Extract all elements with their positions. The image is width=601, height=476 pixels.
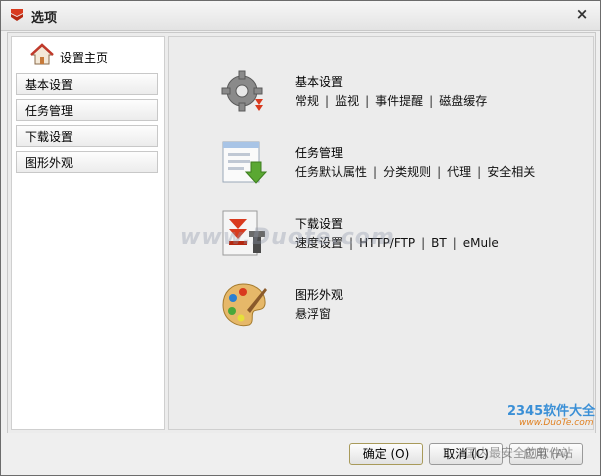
category-task: 任务管理 任务默认属性 | 分类规则 | 代理 | 安全相关 bbox=[219, 138, 579, 194]
close-button[interactable]: × bbox=[574, 6, 590, 22]
category-download: 下载设置 速度设置 | HTTP/FTP | BT | eMule bbox=[219, 209, 579, 265]
sidebar-home[interactable]: 设置主页 bbox=[16, 41, 160, 69]
link-disk-cache[interactable]: 磁盘缓存 bbox=[439, 94, 487, 108]
link-security[interactable]: 安全相关 bbox=[487, 165, 535, 179]
task-list-icon[interactable] bbox=[219, 138, 269, 188]
category-task-links: 任务默认属性 | 分类规则 | 代理 | 安全相关 bbox=[295, 163, 535, 180]
sidebar-item-appearance[interactable]: 图形外观 bbox=[16, 151, 158, 173]
app-logo-icon bbox=[11, 9, 23, 21]
apply-button[interactable]: 应用 (A) bbox=[509, 443, 583, 465]
link-bt[interactable]: BT bbox=[431, 236, 447, 250]
link-separator: | bbox=[365, 94, 370, 108]
category-basic-title[interactable]: 基本设置 bbox=[295, 73, 343, 90]
link-separator: | bbox=[477, 165, 482, 179]
sidebar-item-download[interactable]: 下载设置 bbox=[16, 125, 158, 147]
window-title: 选项 bbox=[31, 11, 58, 26]
dialog-footer: 确定 (O) 取消 (C) 应用 (A) bbox=[1, 433, 600, 475]
link-event-reminder[interactable]: 事件提醒 bbox=[375, 94, 423, 108]
link-task-defaults[interactable]: 任务默认属性 bbox=[295, 165, 367, 179]
link-speed[interactable]: 速度设置 bbox=[295, 236, 343, 250]
category-task-title[interactable]: 任务管理 bbox=[295, 144, 343, 161]
category-appearance-title[interactable]: 图形外观 bbox=[295, 286, 343, 303]
title-bar: 选项 × bbox=[1, 1, 600, 31]
download-icon[interactable] bbox=[219, 209, 269, 259]
ok-button[interactable]: 确定 (O) bbox=[349, 443, 423, 465]
category-download-title[interactable]: 下载设置 bbox=[295, 215, 343, 232]
sidebar: 设置主页 基本设置 任务管理 下载设置 图形外观 bbox=[11, 36, 165, 430]
category-basic-links: 常规 | 监视 | 事件提醒 | 磁盘缓存 bbox=[295, 92, 487, 109]
gear-icon[interactable] bbox=[219, 67, 269, 117]
link-classification-rules[interactable]: 分类规则 bbox=[383, 165, 431, 179]
category-appearance: 图形外观 悬浮窗 bbox=[219, 280, 579, 336]
settings-home-panel: 基本设置 常规 | 监视 | 事件提醒 | 磁盘缓存 任务管理 任务默认属性 | 分类规则 | 代 bbox=[168, 36, 594, 430]
link-separator: | bbox=[437, 165, 442, 179]
link-separator: | bbox=[325, 94, 330, 108]
category-basic: 基本设置 常规 | 监视 | 事件提醒 | 磁盘缓存 bbox=[219, 67, 579, 123]
link-http-ftp[interactable]: HTTP/FTP bbox=[359, 236, 415, 250]
link-emule[interactable]: eMule bbox=[463, 236, 499, 250]
link-separator: | bbox=[452, 236, 457, 250]
home-icon bbox=[30, 43, 54, 65]
category-appearance-links: 悬浮窗 bbox=[295, 305, 331, 322]
link-proxy[interactable]: 代理 bbox=[447, 165, 471, 179]
category-download-links: 速度设置 | HTTP/FTP | BT | eMule bbox=[295, 234, 499, 251]
link-separator: | bbox=[373, 165, 378, 179]
link-monitor[interactable]: 监视 bbox=[335, 94, 359, 108]
sidebar-item-task[interactable]: 任务管理 bbox=[16, 99, 158, 121]
sidebar-home-label: 设置主页 bbox=[60, 51, 109, 65]
link-separator: | bbox=[349, 236, 354, 250]
content-area: 设置主页 基本设置 任务管理 下载设置 图形外观 基本设置 常规 | 监视 | … bbox=[7, 32, 596, 434]
palette-icon[interactable] bbox=[219, 280, 269, 330]
sidebar-item-basic[interactable]: 基本设置 bbox=[16, 73, 158, 95]
link-floating-window[interactable]: 悬浮窗 bbox=[295, 307, 331, 321]
link-general[interactable]: 常规 bbox=[295, 94, 319, 108]
cancel-button[interactable]: 取消 (C) bbox=[429, 443, 503, 465]
link-separator: | bbox=[421, 236, 426, 250]
options-dialog: 选项 × 设置主页 基本设置 任务管理 下载设置 图形外观 基本设置 常规 | … bbox=[0, 0, 601, 476]
link-separator: | bbox=[429, 94, 434, 108]
